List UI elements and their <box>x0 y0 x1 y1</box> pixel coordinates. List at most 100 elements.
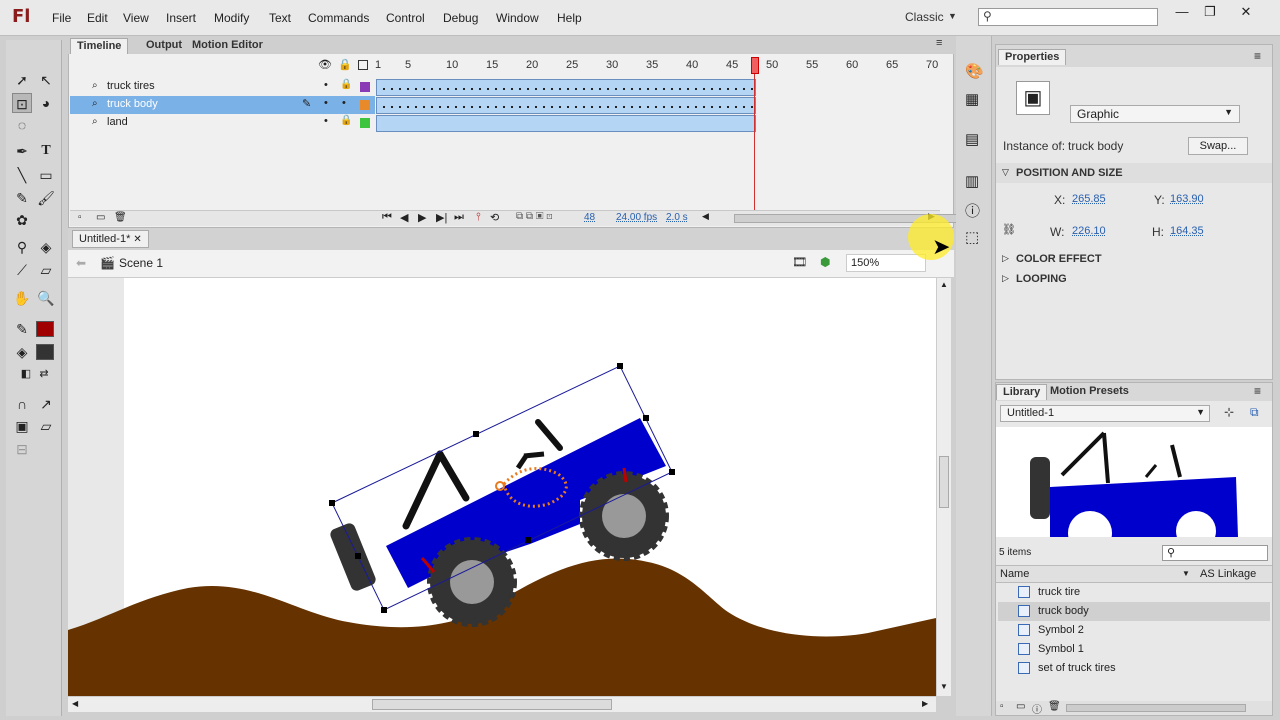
delete-icon[interactable]: 🗑 <box>1048 701 1061 712</box>
transform-panel-icon[interactable]: ⬚ <box>965 228 979 246</box>
scroll-down-icon[interactable]: ▼ <box>940 682 948 691</box>
menu-commands[interactable]: Commands <box>308 11 369 25</box>
menu-edit[interactable]: Edit <box>87 11 108 25</box>
tab-library[interactable]: Library <box>996 384 1048 400</box>
menu-text[interactable]: Text <box>269 11 291 25</box>
lock-dot-icon[interactable]: • <box>342 97 346 109</box>
list-item[interactable]: truck tire <box>998 583 1270 602</box>
library-search-input[interactable]: ⚲ <box>1162 545 1268 561</box>
minimize-button[interactable]: — <box>1172 4 1192 19</box>
edit-scene-icon[interactable]: 🎞 <box>792 255 807 269</box>
link-constrain-icon[interactable]: ⛓ <box>1002 223 1016 236</box>
new-folder-icon[interactable]: ▭ <box>1016 701 1025 712</box>
step-forward-icon[interactable]: ▶| <box>436 211 447 224</box>
menu-window[interactable]: Window <box>496 11 539 25</box>
3d-rotation-tool-icon[interactable]: ◕ <box>36 93 56 113</box>
scroll-left-icon[interactable]: ◀ <box>72 699 78 708</box>
envelope-icon[interactable]: ⊟ <box>12 439 32 459</box>
scroll-left-icon[interactable]: ◀ <box>702 211 709 222</box>
stage-area[interactable] <box>68 278 936 696</box>
zoom-select[interactable]: 150% <box>846 254 926 272</box>
new-library-panel-icon[interactable]: ⧉ <box>1250 405 1259 420</box>
menu-modify[interactable]: Modify <box>214 11 249 25</box>
default-colors-icon[interactable]: ◧ <box>16 364 36 384</box>
snap-magnet-icon[interactable]: ∩ <box>12 394 32 414</box>
loop-icon[interactable]: ⟲ <box>490 211 499 224</box>
y-value[interactable]: 163.90 <box>1170 193 1204 205</box>
tab-output[interactable]: Output <box>140 38 188 54</box>
lock-icon[interactable]: 🔒 <box>340 115 352 126</box>
straighten-icon[interactable]: ▣ <box>12 416 32 436</box>
document-tab[interactable]: Untitled-1* ✕ <box>72 230 149 248</box>
list-item[interactable]: Symbol 1 <box>998 640 1270 659</box>
panel-menu-icon[interactable]: ≡ <box>1254 384 1261 398</box>
color-panel-icon[interactable]: 🎨 <box>965 62 984 80</box>
fps-value[interactable]: 24.00 fps <box>616 212 657 223</box>
layer-color-swatch[interactable] <box>360 100 370 110</box>
color-effect-section[interactable]: COLOR EFFECT <box>1016 253 1102 265</box>
close-window-button[interactable]: ✕ <box>1236 4 1256 20</box>
stroke-color-swatch[interactable] <box>36 321 54 337</box>
w-value[interactable]: 226.10 <box>1072 225 1106 237</box>
pen-tool-icon[interactable]: ✒ <box>12 141 32 161</box>
h-value[interactable]: 164.35 <box>1170 225 1204 237</box>
text-tool-icon[interactable]: T <box>36 141 56 161</box>
go-first-frame-icon[interactable]: ⏮ <box>382 211 392 224</box>
line-tool-icon[interactable]: ╲ <box>12 165 32 185</box>
layer-color-swatch[interactable] <box>360 82 370 92</box>
keyframe-span[interactable] <box>376 97 756 114</box>
tab-properties[interactable]: Properties <box>998 49 1067 65</box>
rectangle-tool-icon[interactable]: ▭ <box>36 165 56 185</box>
eyedropper-tool-icon[interactable]: ⟋ <box>12 260 32 280</box>
menu-view[interactable]: View <box>123 11 149 25</box>
column-as-linkage[interactable]: AS Linkage <box>1200 568 1256 580</box>
vscroll-thumb[interactable] <box>939 456 949 508</box>
tab-timeline[interactable]: Timeline <box>70 38 129 54</box>
close-tab-icon[interactable]: ✕ <box>133 234 141 245</box>
onion-skin-icon[interactable]: ⧉ ⧉ ▣ ⊡ <box>516 211 553 222</box>
collapse-triangle-icon[interactable]: ▷ <box>1002 273 1009 284</box>
stage-vscrollbar[interactable]: ▲ ▼ <box>936 278 951 696</box>
menu-debug[interactable]: Debug <box>443 11 478 25</box>
lock-icon[interactable]: 🔒 <box>340 79 352 90</box>
outline-icon[interactable] <box>358 60 368 70</box>
lasso-tool-icon[interactable]: ◌ <box>12 115 32 135</box>
subselection-tool-icon[interactable]: ↖ <box>36 70 56 90</box>
layer-row-selected[interactable]: ⌕ truck body ✎ • • <box>70 96 375 114</box>
menu-file[interactable]: File <box>52 11 71 25</box>
keyframe-span[interactable] <box>376 115 756 132</box>
maximize-button[interactable]: ❐ <box>1200 4 1220 20</box>
x-value[interactable]: 265.85 <box>1072 193 1106 205</box>
zoom-tool-icon[interactable]: 🔍 <box>36 288 56 308</box>
stage-hscrollbar[interactable]: ◀ ▶ <box>68 696 936 712</box>
workspace-switcher[interactable]: Classic <box>905 10 944 24</box>
library-panel-icon[interactable]: ▤ <box>965 130 979 148</box>
tab-motion-editor[interactable]: Motion Editor <box>186 38 269 54</box>
new-folder-icon[interactable]: ▭ <box>96 212 105 223</box>
paint-bucket-tool-icon[interactable]: ◈ <box>36 237 56 257</box>
center-frame-icon[interactable]: ⫯ <box>476 211 481 224</box>
eraser-tool-icon[interactable]: ▱ <box>36 260 56 280</box>
step-back-icon[interactable]: ◀ <box>400 211 408 224</box>
list-item[interactable]: set of truck tires <box>998 659 1270 678</box>
layer-color-swatch[interactable] <box>360 118 370 128</box>
swap-colors-icon[interactable]: ⇄ <box>34 364 54 384</box>
panel-menu-icon[interactable]: ≡ <box>930 36 948 52</box>
tab-motion-presets[interactable]: Motion Presets <box>1044 384 1135 400</box>
playhead[interactable] <box>751 57 759 74</box>
menu-insert[interactable]: Insert <box>166 11 196 25</box>
column-name[interactable]: Name <box>1000 568 1029 580</box>
hand-tool-icon[interactable]: ✋ <box>12 288 32 308</box>
free-transform-tool-icon[interactable]: ⊡ <box>12 93 32 113</box>
swatches-panel-icon[interactable]: ▦ <box>965 90 979 108</box>
info-panel-icon[interactable]: ⓘ <box>965 200 980 221</box>
library-file-select[interactable]: Untitled-1 ▼ <box>1000 405 1210 422</box>
panel-menu-icon[interactable]: ≡ <box>1254 49 1261 63</box>
swap-button[interactable]: Swap... <box>1188 137 1248 155</box>
help-search-input[interactable]: ⚲ <box>978 8 1158 26</box>
edit-symbols-icon[interactable]: ⬢ <box>820 255 830 269</box>
new-layer-icon[interactable]: ▫ <box>78 212 82 223</box>
menu-help[interactable]: Help <box>557 11 582 25</box>
play-icon[interactable]: ▶ <box>418 211 426 224</box>
list-item[interactable]: Symbol 2 <box>998 621 1270 640</box>
